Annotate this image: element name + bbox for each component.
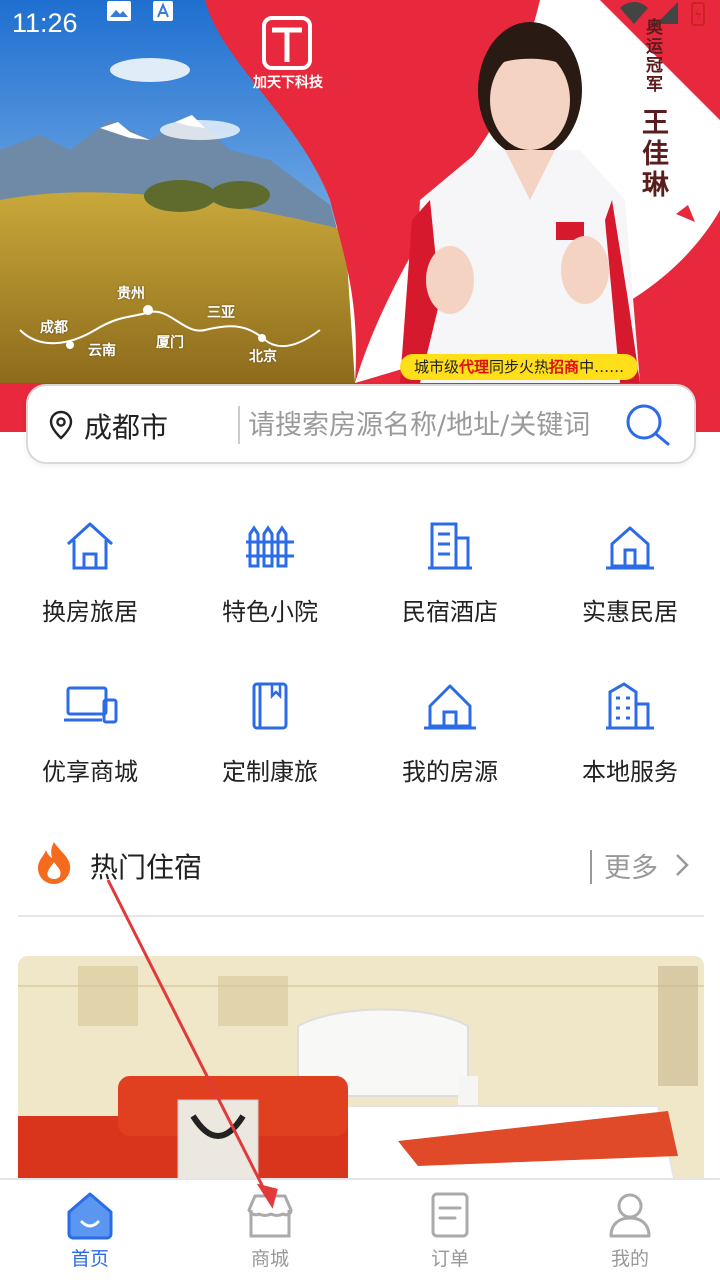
user-tab-icon (609, 1193, 651, 1238)
search-input[interactable] (248, 404, 624, 446)
search-divider (238, 406, 240, 444)
devices-icon (64, 686, 118, 724)
image-icon (107, 1, 131, 21)
category-label: 特色小院 (222, 598, 318, 626)
city-icon (606, 682, 654, 730)
home-screen: 11:26 加天下科技 奥运冠军 王佳琳 成都 云南 贵州 厦门 三亚 北京 城… (0, 0, 720, 1280)
category-item[interactable]: 优享商城 (0, 678, 180, 808)
a-icon (153, 1, 173, 21)
category-item[interactable]: 民宿酒店 (360, 518, 540, 648)
battery-icon (691, 2, 705, 26)
tab-label: 我的 (610, 1248, 649, 1270)
pill-agent: 代理 (459, 358, 490, 376)
status-bar: 11:26 (0, 0, 720, 50)
category-item[interactable]: 换房旅居 (0, 518, 180, 648)
location-pin-icon (49, 410, 73, 440)
promo-pill: 城市级代理同步火热招商中…… (400, 354, 639, 380)
pill-prefix: 城市级 (414, 358, 460, 376)
tab-label: 商城 (250, 1248, 289, 1270)
brand-name: 加天下科技 (253, 75, 323, 91)
promo-banner[interactable]: 11:26 加天下科技 奥运冠军 王佳琳 成都 云南 贵州 厦门 三亚 北京 城… (0, 0, 720, 432)
category-label: 优享商城 (42, 758, 138, 786)
banner-vertical-title: 奥运冠军 (642, 18, 662, 94)
tab-home[interactable]: 首页 (0, 1180, 180, 1280)
flame-icon (38, 842, 71, 884)
city-selector[interactable]: 成都市 (84, 406, 168, 446)
search-bar[interactable]: 成都市 (26, 384, 696, 464)
map-label: 贵州 (117, 286, 145, 302)
category-item[interactable]: 本地服务 (540, 678, 720, 808)
clock: 11:26 (12, 8, 78, 38)
tab-profile[interactable]: 我的 (540, 1180, 720, 1280)
listing-card[interactable] (18, 956, 704, 1196)
tab-shop[interactable]: 商城 (180, 1180, 360, 1280)
category-item[interactable]: 实惠民居 (540, 518, 720, 648)
chevron-right-icon[interactable] (674, 852, 690, 878)
category-label: 本地服务 (582, 758, 678, 786)
map-label: 成都 (40, 320, 68, 336)
bottom-tab-bar: 首页 商城 订单 我的 (0, 1178, 720, 1280)
my-house-icon (424, 684, 476, 730)
pill-suffix: 中…… (579, 358, 625, 376)
search-icon[interactable] (624, 402, 674, 448)
house-icon (66, 522, 114, 570)
category-label: 实惠民居 (582, 598, 678, 626)
pill-invite: 招商 (549, 358, 580, 376)
tab-label: 首页 (70, 1248, 109, 1270)
book-icon (252, 682, 288, 730)
map-label: 云南 (88, 343, 116, 359)
pill-mid: 同步火热 (489, 358, 550, 376)
tab-orders[interactable]: 订单 (360, 1180, 540, 1280)
listing-photo (18, 956, 704, 1196)
map-label: 厦门 (156, 335, 184, 351)
building-icon (428, 522, 472, 570)
more-link[interactable]: 更多 (604, 846, 658, 885)
shop-tab-icon (247, 1194, 293, 1238)
order-tab-icon (431, 1192, 469, 1238)
map-label: 三亚 (207, 305, 235, 321)
category-label: 民宿酒店 (402, 598, 498, 626)
category-label: 定制康旅 (222, 758, 318, 786)
hot-section-header: 热门住宿 更多 (18, 830, 704, 900)
category-label: 我的房源 (402, 758, 498, 786)
section-divider (18, 915, 704, 917)
tab-label: 订单 (430, 1248, 469, 1270)
hot-section-title: 热门住宿 (90, 851, 203, 884)
category-label: 换房旅居 (42, 598, 138, 626)
home-tab-icon (67, 1192, 113, 1240)
category-item[interactable]: 定制康旅 (180, 678, 360, 808)
fence-icon (246, 525, 294, 568)
category-item[interactable]: 特色小院 (180, 518, 360, 648)
banner-vertical-name: 王佳琳 (637, 108, 668, 201)
category-item[interactable]: 我的房源 (360, 678, 540, 808)
home-small-icon (606, 526, 654, 570)
more-divider (590, 850, 592, 884)
map-label: 北京 (249, 349, 277, 365)
